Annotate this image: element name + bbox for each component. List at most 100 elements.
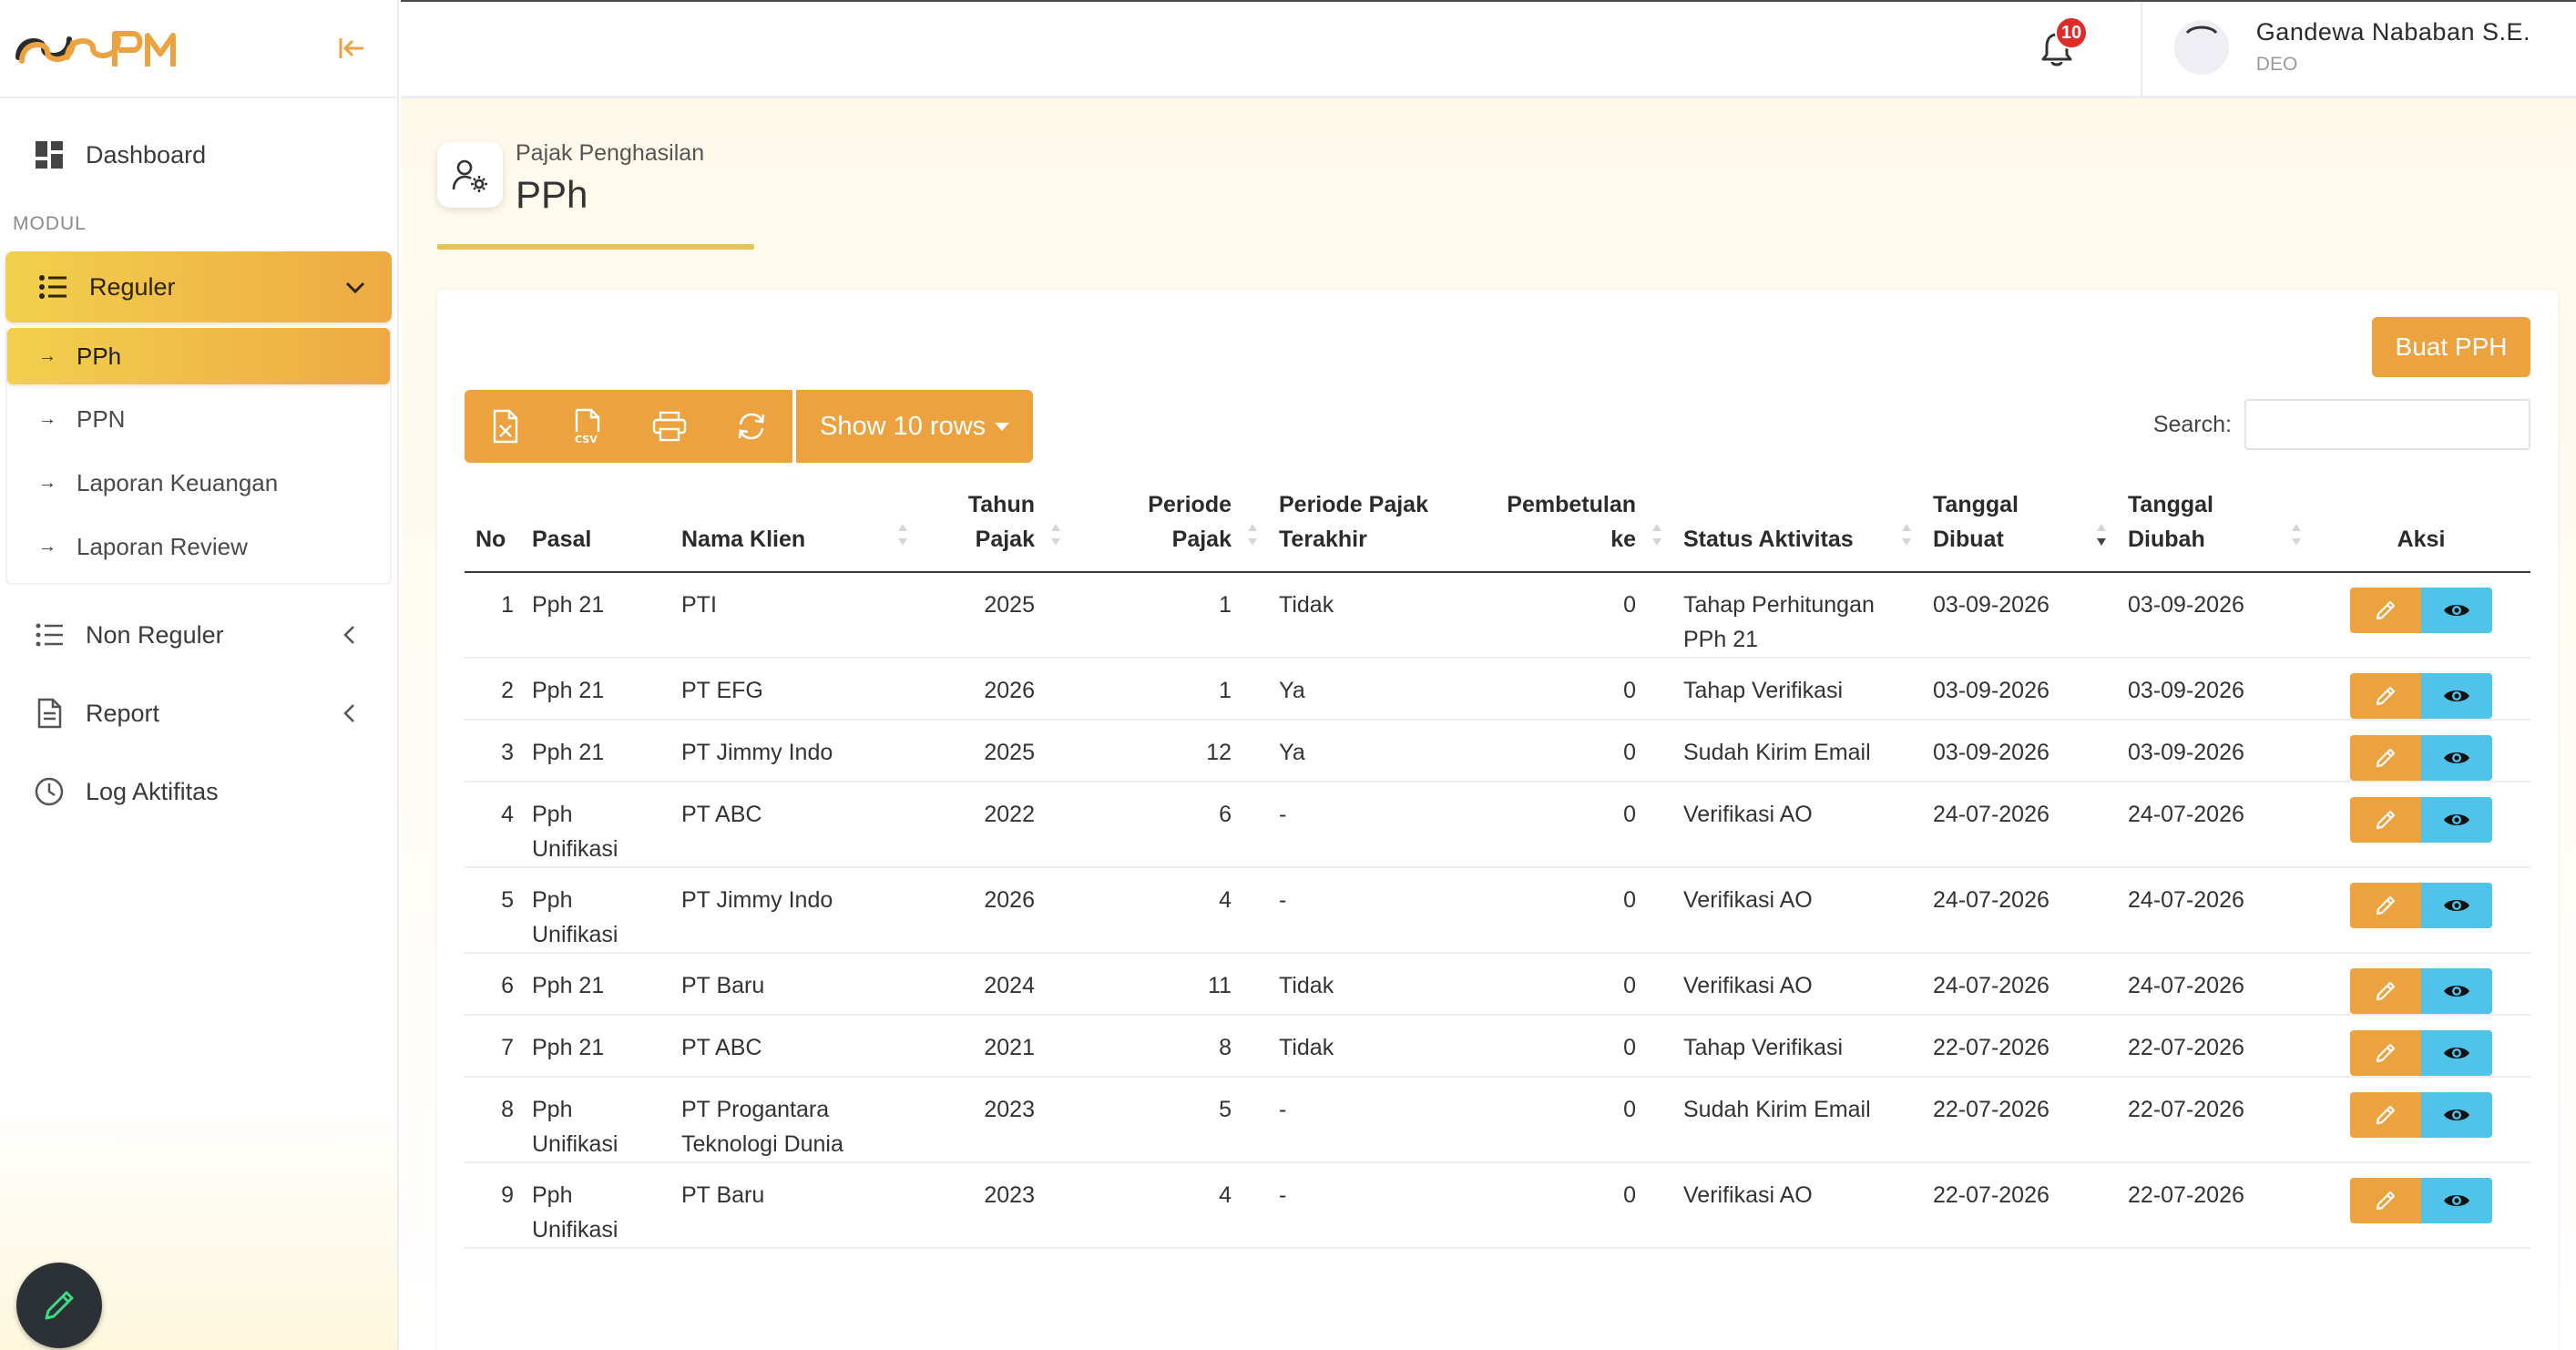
view-button[interactable] [2421, 1178, 2492, 1223]
app-logo[interactable] [13, 21, 186, 76]
search-input[interactable] [2244, 399, 2530, 450]
edit-button[interactable] [2350, 968, 2421, 1014]
sidebar-item-report[interactable]: Report [0, 674, 397, 752]
edit-fab-button[interactable] [16, 1263, 102, 1348]
table-row: 1 Pph 21 PTI 2025 1 Tidak 0 Tahap Perhit… [465, 572, 2530, 659]
cell-periode-terakhir: Tidak [1268, 953, 1494, 1016]
create-pph-button[interactable]: Buat PPH [2372, 317, 2530, 377]
pencil-icon [2376, 748, 2396, 768]
cell-status-aktivitas: Verifikasi AO [1672, 1162, 1922, 1249]
sidebar-item-label: Report [86, 699, 160, 727]
cell-aksi [2312, 867, 2530, 954]
cell-tanggal-diubah: 24-07-2026 [2117, 782, 2312, 868]
sidebar-item-log-aktifitas[interactable]: Log Aktifitas [0, 752, 397, 831]
user-menu[interactable]: Gandewa Nababan S.E. DEO [2173, 18, 2530, 76]
sidebar-collapse-icon[interactable] [333, 30, 370, 66]
col-tahun-pajak[interactable]: Tahun Pajak [918, 481, 1071, 573]
sort-icon [2292, 524, 2301, 546]
view-button[interactable] [2421, 968, 2492, 1014]
eye-icon [2444, 900, 2469, 911]
cell-aksi [2312, 1162, 2530, 1249]
cell-nama-klien: PT EFG [670, 658, 918, 721]
cell-nama-klien: PT Baru [670, 1162, 918, 1249]
cell-no: 9 [465, 1162, 521, 1249]
topbar: 10 Gandewa Nababan S.E. DEO [401, 0, 2576, 98]
cell-pembetulan: 0 [1494, 720, 1672, 782]
sidebar-item-label: Log Aktifitas [86, 777, 219, 805]
edit-button[interactable] [2350, 797, 2421, 843]
cell-pasal: Pph 21 [521, 572, 670, 659]
view-button[interactable] [2421, 735, 2492, 781]
eye-icon [2444, 814, 2469, 825]
show-rows-dropdown[interactable]: Show 10 rows [796, 390, 1034, 463]
col-tanggal-dibuat[interactable]: Tanggal Dibuat [1922, 481, 2117, 573]
edit-button[interactable] [2350, 1178, 2421, 1223]
cell-pasal: Pph 21 [521, 953, 670, 1016]
cell-pasal: Pph Unifikasi [521, 1077, 670, 1163]
chevron-left-icon [339, 703, 359, 723]
cell-periode-terakhir: - [1268, 782, 1494, 868]
sidebar-item-ppn[interactable]: → PPN [7, 390, 390, 448]
search-label: Search: [2152, 411, 2232, 437]
cell-pasal: Pph Unifikasi [521, 867, 670, 954]
section-label-modul: MODUL [13, 213, 87, 234]
cell-status-aktivitas: Sudah Kirim Email [1672, 1077, 1922, 1163]
col-pasal[interactable]: Pasal [521, 481, 670, 573]
cell-periode-pajak: 12 [1071, 720, 1268, 782]
cell-tanggal-diubah: 03-09-2026 [2117, 720, 2312, 782]
col-status-aktivitas[interactable]: Status Aktivitas [1672, 481, 1922, 573]
export-csv-button[interactable]: CSV [547, 390, 629, 463]
cell-no: 5 [465, 867, 521, 954]
cell-nama-klien: PT ABC [670, 1015, 918, 1078]
edit-button[interactable] [2350, 883, 2421, 928]
pencil-icon [2376, 1043, 2396, 1063]
sidebar-item-non-reguler[interactable]: Non Reguler [0, 596, 397, 674]
cell-tanggal-diubah: 03-09-2026 [2117, 572, 2312, 659]
cell-periode-pajak: 5 [1071, 1077, 1268, 1163]
sidebar-item-laporan-review[interactable]: → Laporan Review [7, 517, 390, 576]
view-button[interactable] [2421, 1092, 2492, 1138]
sidebar-item-laporan-keuangan[interactable]: → Laporan Keuangan [7, 454, 390, 512]
col-pembetulan[interactable]: Pembetulan ke [1494, 481, 1672, 573]
view-button[interactable] [2421, 673, 2492, 719]
refresh-button[interactable] [710, 390, 792, 463]
sidebar-item-pph[interactable]: → PPh [7, 328, 390, 384]
cell-tanggal-dibuat: 24-07-2026 [1922, 782, 2117, 868]
edit-button[interactable] [2350, 1092, 2421, 1138]
cell-periode-terakhir: Ya [1268, 658, 1494, 721]
sidebar-group-label: Reguler [89, 272, 176, 301]
view-button[interactable] [2421, 883, 2492, 928]
col-periode-pajak[interactable]: Periode Pajak [1071, 481, 1268, 573]
notification-bell-icon[interactable]: 10 [2029, 16, 2088, 77]
sort-icon [1902, 524, 1911, 546]
edit-button[interactable] [2350, 1030, 2421, 1076]
cell-nama-klien: PT ABC [670, 782, 918, 868]
sidebar-group-reguler[interactable]: Reguler [5, 251, 392, 322]
cell-aksi [2312, 1077, 2530, 1163]
export-excel-button[interactable] [465, 390, 547, 463]
view-button[interactable] [2421, 797, 2492, 843]
edit-button[interactable] [2350, 735, 2421, 781]
chevron-left-icon [339, 625, 359, 645]
cell-tanggal-diubah: 24-07-2026 [2117, 867, 2312, 954]
col-periode-terakhir[interactable]: Periode Pajak Terakhir [1268, 481, 1494, 573]
print-button[interactable] [629, 390, 710, 463]
sidebar-item-label: Laporan Keuangan [77, 468, 279, 496]
cell-status-aktivitas: Verifikasi AO [1672, 867, 1922, 954]
view-button[interactable] [2421, 1030, 2492, 1076]
table-row: 6 Pph 21 PT Baru 2024 11 Tidak 0 Verifik… [465, 953, 2530, 1016]
csv-file-icon: CSV [575, 408, 600, 445]
view-button[interactable] [2421, 588, 2492, 633]
col-tanggal-diubah[interactable]: Tanggal Diubah [2117, 481, 2312, 573]
sidebar-item-dashboard[interactable]: Dashboard [0, 122, 397, 188]
eye-icon [2444, 605, 2469, 616]
arrow-right-icon: → [38, 345, 56, 366]
col-nama-klien[interactable]: Nama Klien [670, 481, 918, 573]
cell-aksi [2312, 658, 2530, 721]
pencil-icon [2376, 981, 2396, 1001]
edit-button[interactable] [2350, 588, 2421, 633]
eye-icon [2444, 1195, 2469, 1206]
col-no[interactable]: No [465, 481, 521, 573]
user-settings-icon [437, 142, 503, 208]
edit-button[interactable] [2350, 673, 2421, 719]
